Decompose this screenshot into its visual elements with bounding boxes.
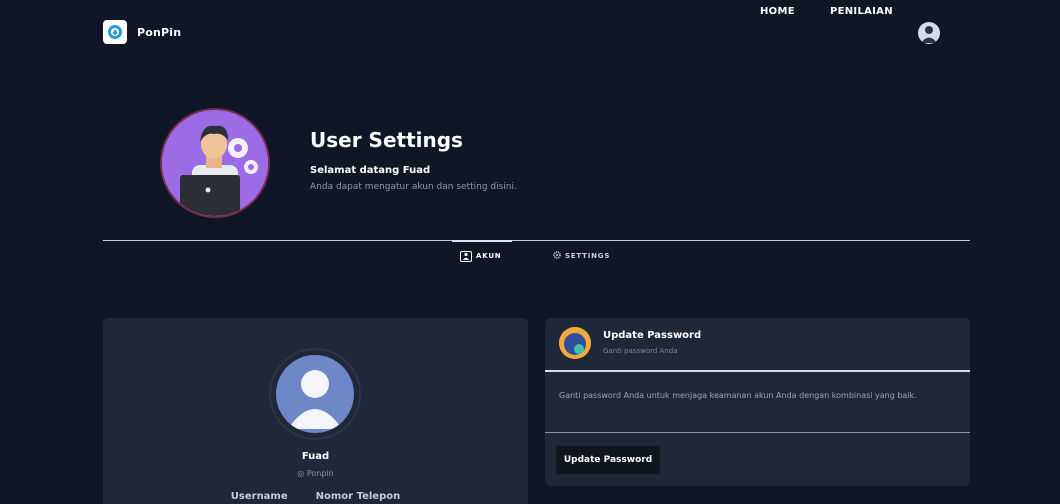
profile-location: ◎ Ponpin (103, 469, 528, 478)
card-header: Update Password Ganti password Anda (545, 318, 970, 370)
password-card-icon (559, 327, 591, 359)
profile-field-labels: Username Nomor Telepon (103, 491, 528, 502)
brand[interactable]: PonPin (103, 20, 181, 44)
tab-akun[interactable]: AKUN (452, 240, 512, 266)
update-password-button[interactable]: Update Password (556, 446, 660, 474)
nav-link-penilaian[interactable]: PENILAIAN (830, 6, 893, 17)
location-pin-icon: ◎ (297, 469, 305, 478)
welcome-text: Selamat datang Fuad (310, 165, 431, 176)
header-divider (103, 240, 970, 241)
account-icon (460, 250, 472, 262)
header-illustration-avatar (160, 108, 270, 218)
nav-link-home[interactable]: HOME (760, 6, 795, 17)
profile-avatar-ring (269, 348, 361, 440)
gear-icon (553, 251, 561, 261)
top-navbar: PonPin (0, 0, 1060, 64)
profile-location-text: Ponpin (306, 469, 334, 478)
card-divider (545, 370, 970, 372)
profile-card: Fuad ◎ Ponpin Username Nomor Telepon (103, 318, 528, 504)
brand-logo-icon (103, 20, 127, 44)
username-label: Username (230, 491, 288, 502)
user-settings-page: PonPin HOME PENILAIAN User Settings Sela… (0, 0, 1060, 504)
user-avatar-icon[interactable] (918, 22, 940, 44)
tab-akun-label: AKUN (476, 252, 502, 260)
card-footer-divider (545, 432, 970, 433)
profile-avatar (276, 355, 354, 433)
phone-label: Nomor Telepon (315, 491, 401, 502)
brand-name: PonPin (137, 25, 182, 39)
card-subtitle: Ganti password Anda (603, 347, 678, 355)
page-title: User Settings (310, 128, 463, 152)
page-description: Anda dapat mengatur akun dan setting dis… (310, 182, 517, 192)
profile-name: Fuad (301, 451, 330, 462)
card-title: Update Password (603, 330, 702, 341)
card-description: Ganti password Anda untuk menjaga keaman… (559, 391, 917, 400)
tab-settings-label: SETTINGS (565, 252, 611, 260)
tab-settings[interactable]: SETTINGS (553, 246, 610, 266)
update-password-card: Update Password Ganti password Anda Gant… (545, 318, 970, 486)
